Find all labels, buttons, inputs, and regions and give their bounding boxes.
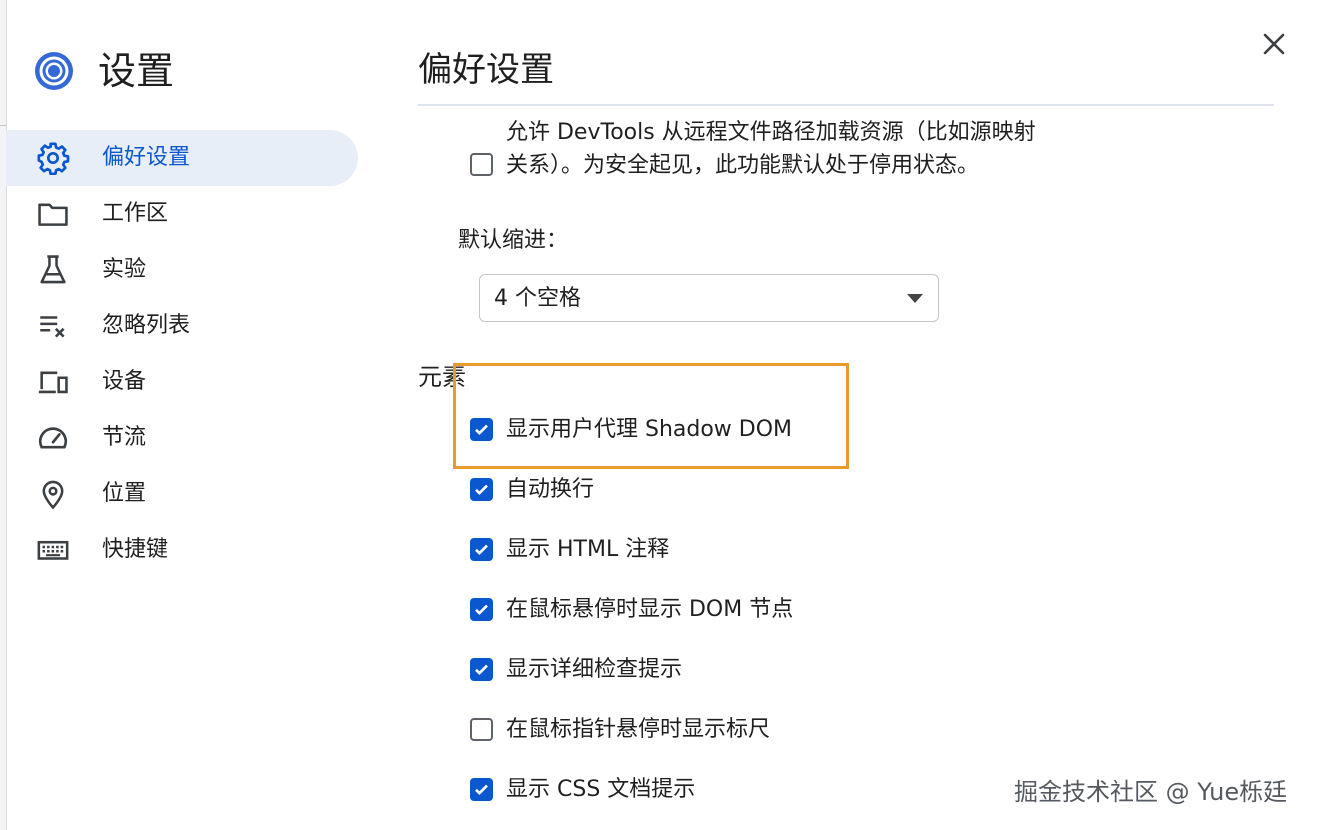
option-checkbox[interactable] (470, 478, 493, 501)
sidebar-item-shortcuts[interactable]: 快捷键 (6, 522, 358, 578)
option-checkbox[interactable] (470, 718, 493, 741)
panel-divider (418, 104, 1274, 106)
option-label: 显示 CSS 文档提示 (506, 777, 696, 802)
sidebar-item-label: 实验 (102, 257, 147, 282)
panel-title: 偏好设置 (418, 50, 554, 90)
folder-icon (36, 197, 70, 231)
flask-icon (36, 253, 70, 287)
sidebar-nav: 偏好设置 工作区 实验 忽略列表 设备 节流 位置 快捷键 (6, 130, 358, 578)
gear-icon (36, 141, 70, 175)
settings-title: 设置 (98, 49, 175, 93)
sidebar-item-label: 忽略列表 (102, 313, 191, 338)
option-checkbox[interactable] (470, 598, 493, 621)
watermark: 掘金技术社区 @ Yue栎廷 (1014, 778, 1288, 806)
option-label: 显示详细检查提示 (506, 657, 683, 682)
default-indent-label: 默认缩进： (458, 228, 569, 253)
sidebar-item-devices[interactable]: 设备 (6, 354, 358, 410)
option-checkbox[interactable] (470, 778, 493, 801)
speedometer-icon (36, 421, 70, 455)
keyboard-icon (36, 533, 70, 567)
sidebar-item-label: 设备 (102, 369, 147, 394)
default-indent-value: 4 个空格 (494, 286, 581, 311)
highlight-annotation-box (453, 363, 849, 469)
remote-paths-checkbox[interactable] (470, 153, 493, 176)
option-label: 显示 HTML 注释 (506, 537, 670, 562)
sidebar-item-location[interactable]: 位置 (6, 466, 358, 522)
location-pin-icon (36, 477, 70, 511)
dropdown-arrow-icon (907, 294, 923, 303)
default-indent-select[interactable]: 4 个空格 (479, 274, 939, 322)
sidebar-item-throttling[interactable]: 节流 (6, 410, 358, 466)
sidebar-item-label: 快捷键 (102, 537, 169, 562)
option-label: 在鼠标悬停时显示 DOM 节点 (506, 597, 794, 622)
sidebar-item-preferences[interactable]: 偏好设置 (6, 130, 358, 186)
remote-paths-label: 允许 DevTools 从远程文件路径加载资源（比如源映射关系）。为安全起见，此… (506, 120, 1036, 178)
ignore-list-icon (36, 309, 70, 343)
close-icon[interactable] (1258, 28, 1290, 60)
option-checkbox[interactable] (470, 658, 493, 681)
sidebar-item-label: 偏好设置 (102, 145, 191, 170)
devices-icon (36, 365, 70, 399)
sidebar-item-workspace[interactable]: 工作区 (6, 186, 358, 242)
sidebar-item-label: 位置 (102, 481, 147, 506)
option-label: 在鼠标指针悬停时显示标尺 (506, 717, 771, 742)
option-label: 自动换行 (506, 477, 595, 502)
left-edge-mark (0, 125, 6, 126)
sidebar-item-label: 节流 (102, 425, 147, 450)
sidebar-item-ignore-list[interactable]: 忽略列表 (6, 298, 358, 354)
sidebar-item-label: 工作区 (102, 201, 169, 226)
option-checkbox[interactable] (470, 538, 493, 561)
chrome-settings-logo-icon (35, 52, 73, 90)
sidebar-item-experiments[interactable]: 实验 (6, 242, 358, 298)
